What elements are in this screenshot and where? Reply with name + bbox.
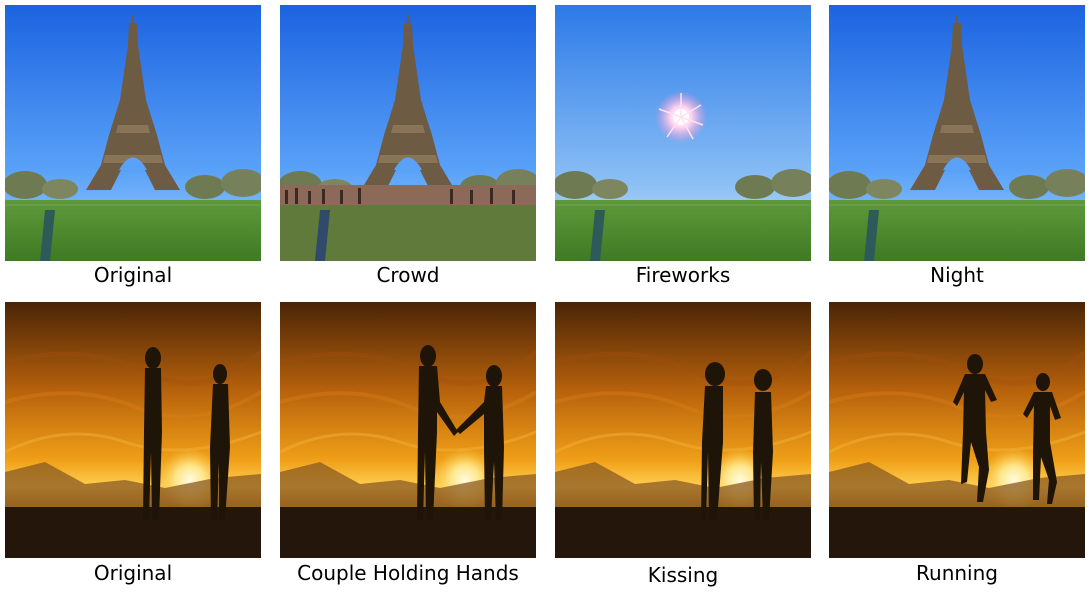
sunset-original-image	[5, 302, 261, 558]
sunset-running-image	[829, 302, 1085, 558]
caption-sunset-original: Original	[93, 561, 173, 585]
sunset-holding-hands-image	[280, 302, 536, 558]
caption-eiffel-night: Night	[930, 263, 984, 287]
eiffel-fireworks-image	[555, 5, 811, 261]
caption-sunset-kissing: Kissing	[647, 563, 719, 587]
eiffel-original-image	[5, 5, 261, 261]
eiffel-night-image	[829, 5, 1085, 261]
eiffel-crowd-image	[280, 5, 536, 261]
caption-eiffel-fireworks: Fireworks	[635, 263, 731, 287]
caption-sunset-running: Running	[916, 561, 998, 585]
caption-sunset-holding-hands: Couple Holding Hands	[297, 561, 519, 585]
caption-eiffel-crowd: Crowd	[376, 263, 440, 287]
sunset-kissing-image	[555, 302, 811, 558]
caption-eiffel-original: Original	[93, 263, 173, 287]
